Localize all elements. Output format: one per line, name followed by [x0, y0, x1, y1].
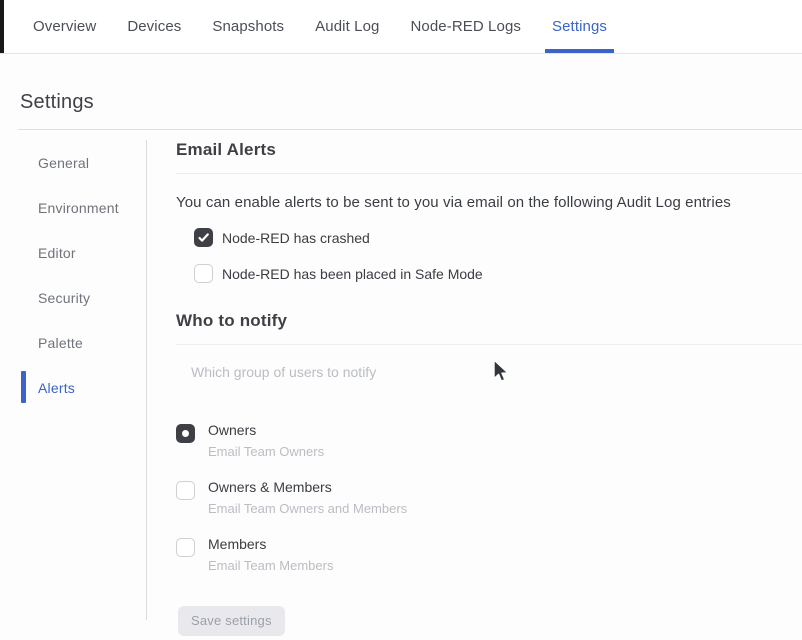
safe-mode-checkbox[interactable] — [194, 264, 213, 283]
safe-mode-checkbox-label: Node-RED has been placed in Safe Mode — [222, 266, 483, 282]
sidebar-item-editor[interactable]: Editor — [0, 230, 146, 275]
settings-sidebar: General Environment Editor Security Pale… — [0, 140, 147, 620]
left-edge-strip — [0, 0, 4, 53]
crashed-checkbox-label: Node-RED has crashed — [222, 230, 370, 246]
tab-settings[interactable]: Settings — [552, 0, 607, 53]
notify-option-owners-members: Owners & Members Email Team Owners and M… — [176, 479, 802, 516]
members-label: Members — [208, 536, 333, 552]
crashed-checkbox[interactable] — [194, 228, 213, 247]
sidebar-item-label: Environment — [38, 200, 119, 216]
owners-sublabel: Email Team Owners — [208, 444, 324, 459]
sidebar-item-label: Security — [38, 290, 90, 306]
page-title: Settings — [20, 91, 94, 114]
sidebar-item-label: Palette — [38, 335, 83, 351]
save-settings-button[interactable]: Save settings — [178, 606, 285, 636]
notify-option-owners: Owners Email Team Owners — [176, 422, 802, 459]
email-alerts-heading: Email Alerts — [176, 140, 802, 174]
owners-label: Owners — [208, 422, 324, 438]
tab-overview[interactable]: Overview — [33, 0, 96, 53]
members-sublabel: Email Team Members — [208, 558, 333, 573]
who-to-notify-heading: Who to notify — [176, 311, 802, 345]
email-alerts-description: You can enable alerts to be sent to you … — [176, 194, 802, 211]
sidebar-item-alerts[interactable]: Alerts — [0, 365, 146, 410]
sidebar-item-label: Alerts — [38, 380, 75, 396]
notify-options-group: Owners Email Team Owners Owners & Member… — [176, 422, 802, 573]
owners-radio[interactable] — [176, 424, 195, 443]
radio-dot-icon — [182, 430, 189, 437]
tab-audit-log[interactable]: Audit Log — [315, 0, 379, 53]
sidebar-item-label: Editor — [38, 245, 76, 261]
sidebar-item-security[interactable]: Security — [0, 275, 146, 320]
top-navigation: Overview Devices Snapshots Audit Log Nod… — [0, 0, 802, 54]
nav-tabs: Overview Devices Snapshots Audit Log Nod… — [0, 0, 638, 53]
sidebar-item-label: General — [38, 155, 89, 171]
tab-node-red-logs[interactable]: Node-RED Logs — [410, 0, 521, 53]
alert-option-crashed: Node-RED has crashed — [194, 228, 802, 247]
sidebar-item-environment[interactable]: Environment — [0, 185, 146, 230]
active-indicator-bar — [21, 371, 26, 403]
settings-page: Overview Devices Snapshots Audit Log Nod… — [0, 0, 802, 640]
sidebar-item-general[interactable]: General — [0, 140, 146, 185]
tab-snapshots[interactable]: Snapshots — [212, 0, 284, 53]
who-to-notify-description: Which group of users to notify — [191, 364, 802, 380]
tab-devices[interactable]: Devices — [127, 0, 181, 53]
alert-option-safe-mode: Node-RED has been placed in Safe Mode — [194, 264, 802, 283]
check-icon — [197, 231, 210, 244]
settings-main-panel: Email Alerts You can enable alerts to be… — [176, 140, 802, 636]
title-divider — [18, 129, 802, 130]
owners-members-sublabel: Email Team Owners and Members — [208, 501, 407, 516]
owners-members-radio[interactable] — [176, 481, 195, 500]
sidebar-item-palette[interactable]: Palette — [0, 320, 146, 365]
notify-option-members: Members Email Team Members — [176, 536, 802, 573]
owners-members-label: Owners & Members — [208, 479, 407, 495]
members-radio[interactable] — [176, 538, 195, 557]
